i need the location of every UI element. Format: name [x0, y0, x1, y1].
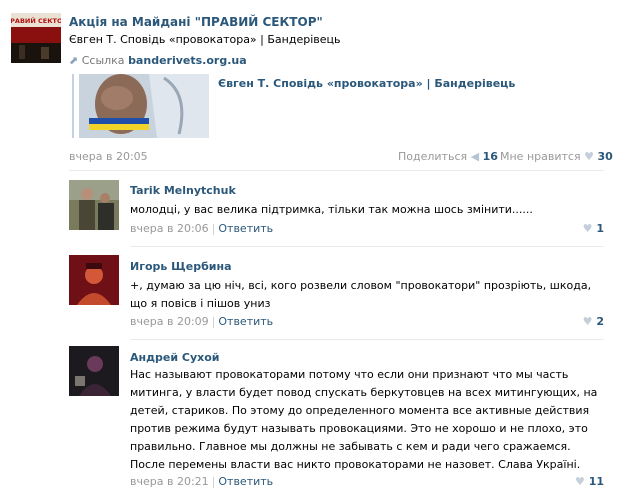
comment-meta: вчера в 20:06 | Ответить — [130, 222, 274, 235]
comment-date[interactable]: вчера в 20:21 — [130, 475, 209, 488]
comment-text: Нас называют провокаторами потому что ес… — [130, 368, 598, 471]
link-arrow-icon: ⬈ — [69, 54, 79, 67]
comment-avatar[interactable] — [69, 255, 119, 305]
comment-like-count: 1 — [596, 222, 604, 235]
post-date[interactable]: вчера в 20:05 — [69, 150, 148, 163]
comment-date[interactable]: вчера в 20:06 — [130, 222, 209, 235]
comment-like[interactable]: ♥ 11 — [575, 475, 604, 488]
preview-title[interactable]: Євген Т. Сповідь «провокатора» | Бандері… — [218, 77, 515, 90]
heart-icon: ♥ — [574, 475, 585, 488]
comment-like-count: 11 — [588, 475, 604, 488]
reply-link[interactable]: Ответить — [218, 315, 273, 328]
comment-text: молодці, у вас велика підтримка, тільки … — [130, 203, 533, 216]
link-prefix: Ссылка — [81, 54, 125, 67]
divider — [130, 246, 604, 247]
reply-link[interactable]: Ответить — [218, 222, 273, 235]
comment-like[interactable]: ♥ 1 — [583, 222, 604, 235]
post-title[interactable]: Акція на Майдані "ПРАВИЙ СЕКТОР" — [69, 15, 323, 29]
comment-author[interactable]: Игорь Щербина — [130, 260, 232, 273]
divider — [130, 339, 604, 340]
post-text: Євген Т. Сповідь «провокатора» | Бандері… — [69, 33, 341, 46]
heart-icon: ♥ — [584, 150, 594, 163]
like-action[interactable]: Мне нравится ♥ 30 — [500, 150, 613, 163]
comment-meta: вчера в 20:21 | Ответить — [130, 475, 274, 488]
comment-meta: вчера в 20:09 | Ответить — [130, 315, 274, 328]
heart-icon: ♥ — [582, 222, 593, 235]
comment-text: +, думаю за цю ніч, всі, кого розвели сл… — [130, 279, 592, 310]
link-domain[interactable]: banderivets.org.ua — [128, 54, 247, 67]
reply-link[interactable]: Ответить — [218, 475, 273, 488]
share-label: Поделиться — [398, 150, 468, 163]
comment-author[interactable]: Андрей Сухой — [130, 351, 219, 364]
comment-date[interactable]: вчера в 20:09 — [130, 315, 209, 328]
preview-divider — [72, 74, 74, 138]
group-avatar[interactable]: ПРАВИЙ СЕКТОР — [11, 13, 61, 63]
comment-like-count: 2 — [596, 315, 604, 328]
comment-like[interactable]: ♥ 2 — [583, 315, 604, 328]
avatar-caption: ПРАВИЙ СЕКТОР — [11, 16, 61, 25]
divider — [69, 170, 604, 171]
heart-icon: ♥ — [582, 315, 593, 328]
link-row: ⬈ Ссылка banderivets.org.ua — [69, 54, 247, 67]
comment-author[interactable]: Tarik Melnytchuk — [130, 184, 236, 197]
megaphone-icon: ◀ — [470, 150, 480, 163]
like-label: Мне нравится — [500, 150, 581, 163]
like-count: 30 — [597, 150, 613, 163]
share-action[interactable]: Поделиться ◀ 16 — [398, 150, 498, 163]
share-count: 16 — [482, 150, 498, 163]
preview-image[interactable] — [79, 74, 209, 138]
comment-avatar[interactable] — [69, 346, 119, 396]
comment-avatar[interactable] — [69, 180, 119, 230]
